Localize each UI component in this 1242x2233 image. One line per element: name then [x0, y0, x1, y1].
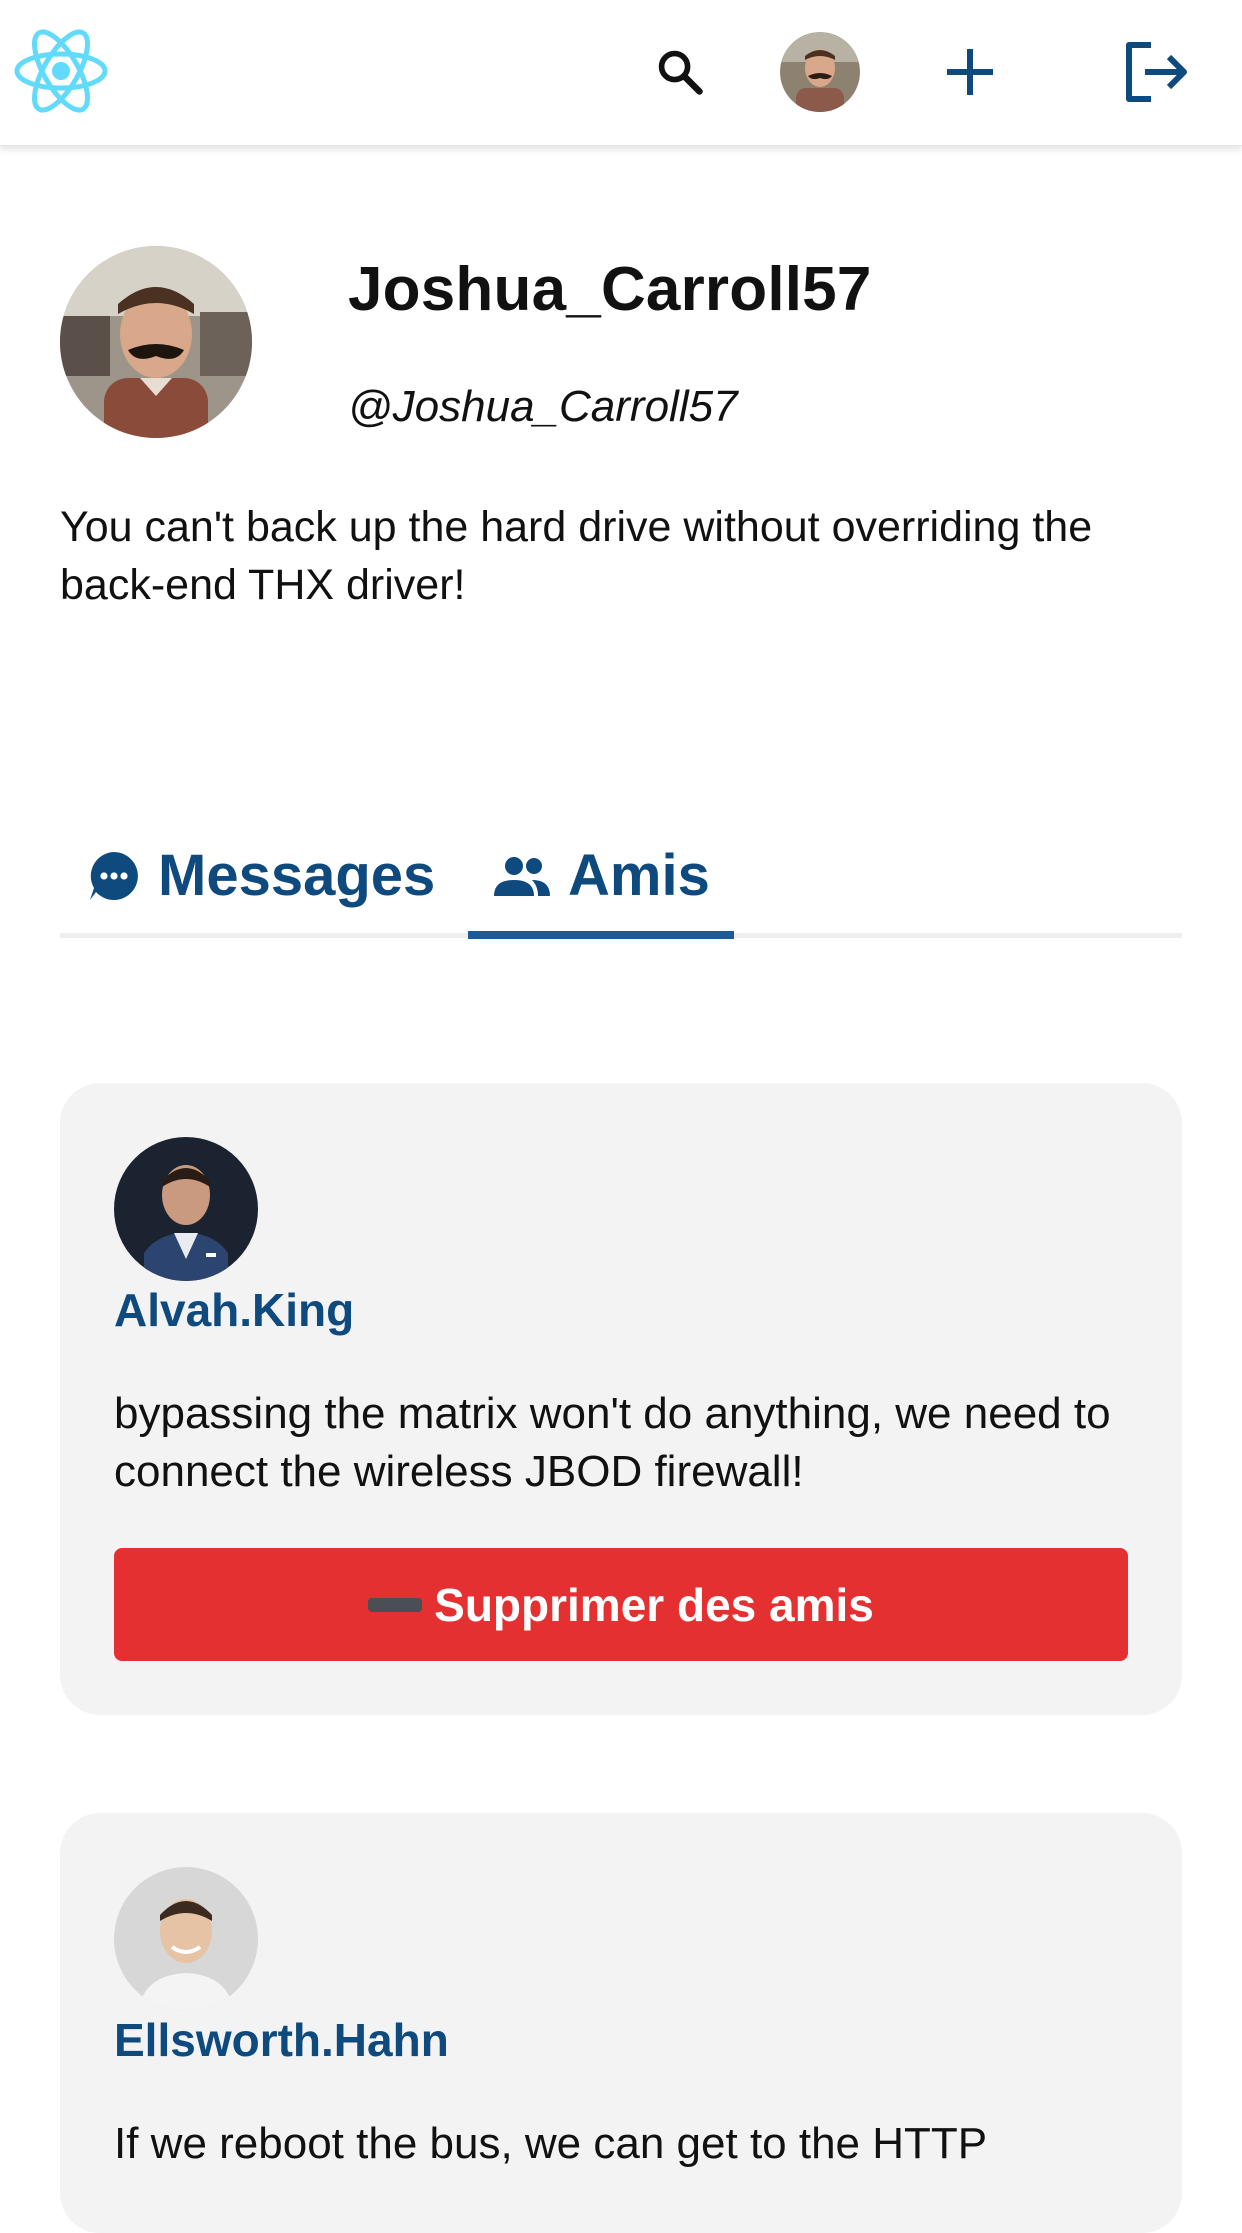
chat-bubble-icon [86, 848, 142, 904]
tab-amis-label: Amis [568, 843, 710, 908]
friend-bio: bypassing the matrix won't do anything, … [114, 1389, 1111, 1496]
profile-bio: You can't back up the hard drive without… [60, 503, 1093, 609]
search-icon [658, 50, 703, 95]
remove-friend-button[interactable]: Supprimer des amis [114, 1548, 1128, 1661]
profile-avatar [60, 246, 252, 438]
profile-name: Joshua_Carroll57 [348, 255, 872, 324]
tab-messages[interactable]: Messages [86, 818, 435, 933]
add-post-button[interactable] [938, 40, 1002, 104]
nav-user-avatar[interactable] [778, 32, 862, 112]
tab-messages-label: Messages [158, 843, 436, 908]
top-navigation-bar [0, 0, 1242, 146]
friend-card: Ellsworth.Hahn If we reboot the bus, we … [60, 1813, 1182, 2233]
friend-card: Alvah.King bypassing the matrix won't do… [60, 1083, 1182, 1715]
tab-amis[interactable]: Amis [468, 818, 734, 939]
profile-handle: @Joshua_Carroll57 [348, 382, 738, 431]
friend-avatar[interactable] [114, 1867, 258, 2011]
friend-avatar[interactable] [114, 1137, 258, 1281]
logout-button[interactable] [1118, 34, 1194, 110]
search-button[interactable] [648, 40, 712, 104]
logout-icon [1126, 42, 1187, 102]
remove-friend-label: Supprimer des amis [434, 1578, 874, 1631]
plus-icon [947, 49, 993, 95]
minus-emoji-icon [368, 1597, 423, 1612]
friend-bio: If we reboot the bus, we can get to the … [114, 2119, 988, 2168]
profile-tabs: Messages Amis [60, 818, 1182, 939]
friend-name[interactable]: Ellsworth.Hahn [114, 2013, 449, 2067]
friend-name[interactable]: Alvah.King [114, 1283, 354, 1337]
people-icon [492, 854, 552, 898]
react-logo-icon[interactable] [12, 26, 110, 116]
